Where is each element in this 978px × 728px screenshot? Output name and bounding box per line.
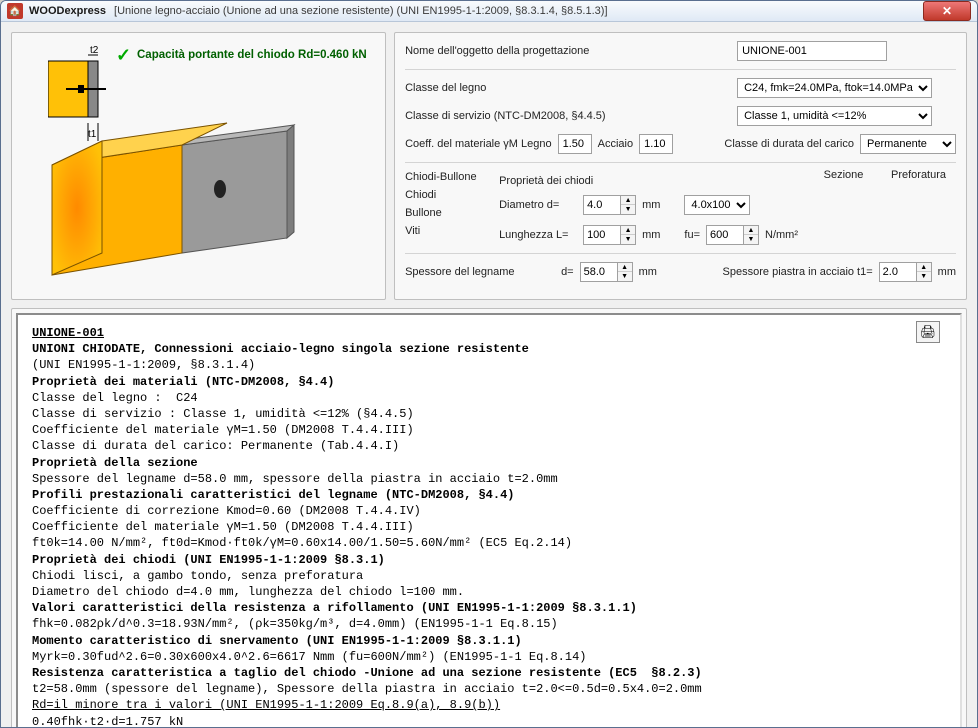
- service-class-select[interactable]: Classe 1, umidità <=12%: [737, 106, 932, 126]
- beam-3d-icon: [32, 93, 412, 293]
- nails-right-col: Sezione Preforatura: [806, 169, 956, 247]
- opt-screws[interactable]: Viti: [405, 225, 491, 237]
- wood-class-select[interactable]: C24, fmk=24.0MPa, ftok=14.0MPa: [737, 78, 932, 98]
- row-wood-class: Classe del legno C24, fmk=24.0MPa, ftok=…: [405, 76, 956, 100]
- opt-nails[interactable]: Chiodi: [405, 189, 491, 201]
- fu-label: fu=: [684, 229, 700, 241]
- fu-spinner[interactable]: ▲▼: [706, 225, 759, 245]
- steel-label: Acciaio: [598, 138, 633, 150]
- title-main: WOODexpress: [29, 5, 106, 17]
- steel-thickness-label: Spessore piastra in acciaio t1=: [723, 266, 873, 278]
- form-panel: Nome dell'oggetto della progettazione Cl…: [394, 32, 967, 300]
- design-name-input[interactable]: [737, 41, 887, 61]
- row-design-name: Nome dell'oggetto della progettazione: [405, 39, 956, 63]
- wood-class-label: Classe del legno: [405, 82, 731, 94]
- diameter-combo[interactable]: 4.0x100: [684, 195, 750, 215]
- prefor-heading: Preforatura: [881, 169, 956, 247]
- svg-text:t2: t2: [90, 45, 99, 56]
- report-text[interactable]: UNIONE-001 UNIONI CHIODATE, Connessioni …: [16, 313, 962, 728]
- coef-label: Coeff. del materiale γM Legno: [405, 138, 552, 150]
- fastener-type-list: Chiodi-Bullone Chiodi Bullone Viti: [405, 169, 491, 247]
- gm-wood-input[interactable]: [558, 134, 592, 154]
- opt-bolt[interactable]: Bullone: [405, 207, 491, 219]
- gm-steel-input[interactable]: [639, 134, 673, 154]
- app-icon: [7, 3, 23, 19]
- thickness-label: Spessore del legname: [405, 266, 555, 278]
- printer-icon: 🖨: [920, 324, 937, 340]
- length-spinner[interactable]: ▲▼: [583, 225, 636, 245]
- check-icon: ✓: [116, 45, 131, 66]
- close-button[interactable]: ✕: [923, 1, 971, 21]
- load-duration-label: Classe di durata del carico: [724, 138, 854, 150]
- print-button[interactable]: 🖨: [916, 321, 940, 343]
- diameter-spinner[interactable]: ▲▼: [583, 195, 636, 215]
- top-row: ✓ Capacità portante del chiodo Rd=0.460 …: [11, 32, 967, 300]
- diagram-panel: ✓ Capacità portante del chiodo Rd=0.460 …: [11, 32, 386, 300]
- client-area: ✓ Capacità portante del chiodo Rd=0.460 …: [1, 22, 977, 728]
- design-name-label: Nome dell'oggetto della progettazione: [405, 45, 731, 57]
- app-window: WOODexpress [Unione legno-acciaio (Union…: [0, 0, 978, 728]
- opt-nail-bolt[interactable]: Chiodi-Bullone: [405, 171, 491, 183]
- nails-block: Chiodi-Bullone Chiodi Bullone Viti Propr…: [405, 169, 956, 247]
- nail-props-label: Proprietà dei chiodi: [499, 175, 593, 187]
- row-coef: Coeff. del materiale γM Legno Acciaio Cl…: [405, 132, 956, 156]
- capacity-label: Capacità portante del chiodo Rd=0.460 kN: [137, 49, 367, 61]
- title-sub: [Unione legno-acciaio (Unione ad una sez…: [114, 5, 607, 17]
- thickness-d-label: d=: [561, 266, 574, 278]
- thickness-spinner[interactable]: ▲▼: [580, 262, 633, 282]
- steel-thickness-spinner[interactable]: ▲▼: [879, 262, 932, 282]
- diameter-label: Diametro d=: [499, 199, 577, 211]
- length-label: Lunghezza L=: [499, 229, 577, 241]
- row-service-class: Classe di servizio (NTC-DM2008, §4.4.5) …: [405, 104, 956, 128]
- section-heading: Sezione: [806, 169, 881, 247]
- load-duration-select[interactable]: Permanente: [860, 134, 956, 154]
- row-thickness: Spessore del legname d= ▲▼ mm Spessore p…: [405, 260, 956, 284]
- titlebar: WOODexpress [Unione legno-acciaio (Union…: [1, 1, 977, 22]
- nails-props: Proprietà dei chiodi Diametro d= ▲▼ mm 4…: [499, 169, 798, 247]
- spin-up-icon: ▲: [621, 196, 635, 205]
- spin-down-icon: ▼: [621, 205, 635, 214]
- report-panel: 🖨 UNIONE-001 UNIONI CHIODATE, Connession…: [11, 308, 967, 728]
- service-class-label: Classe di servizio (NTC-DM2008, §4.4.5): [405, 110, 731, 122]
